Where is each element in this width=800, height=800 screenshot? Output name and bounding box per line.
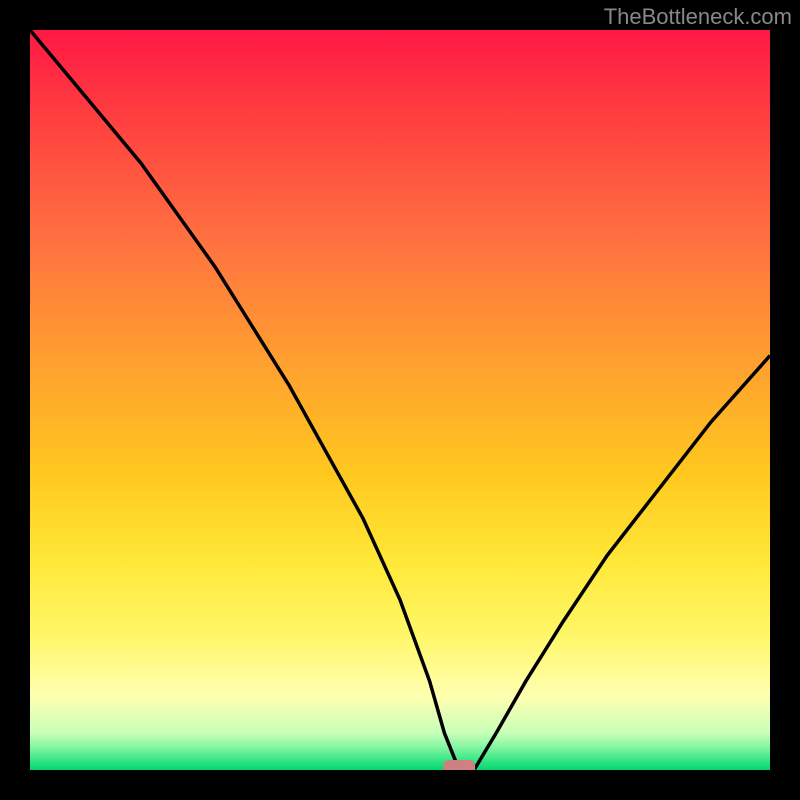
curve-layer: [30, 30, 770, 770]
optimal-marker: [443, 760, 475, 770]
chart-container: TheBottleneck.com: [0, 0, 800, 800]
bottleneck-curve: [30, 30, 770, 770]
plot-area: [30, 30, 770, 770]
watermark-text: TheBottleneck.com: [604, 4, 792, 30]
